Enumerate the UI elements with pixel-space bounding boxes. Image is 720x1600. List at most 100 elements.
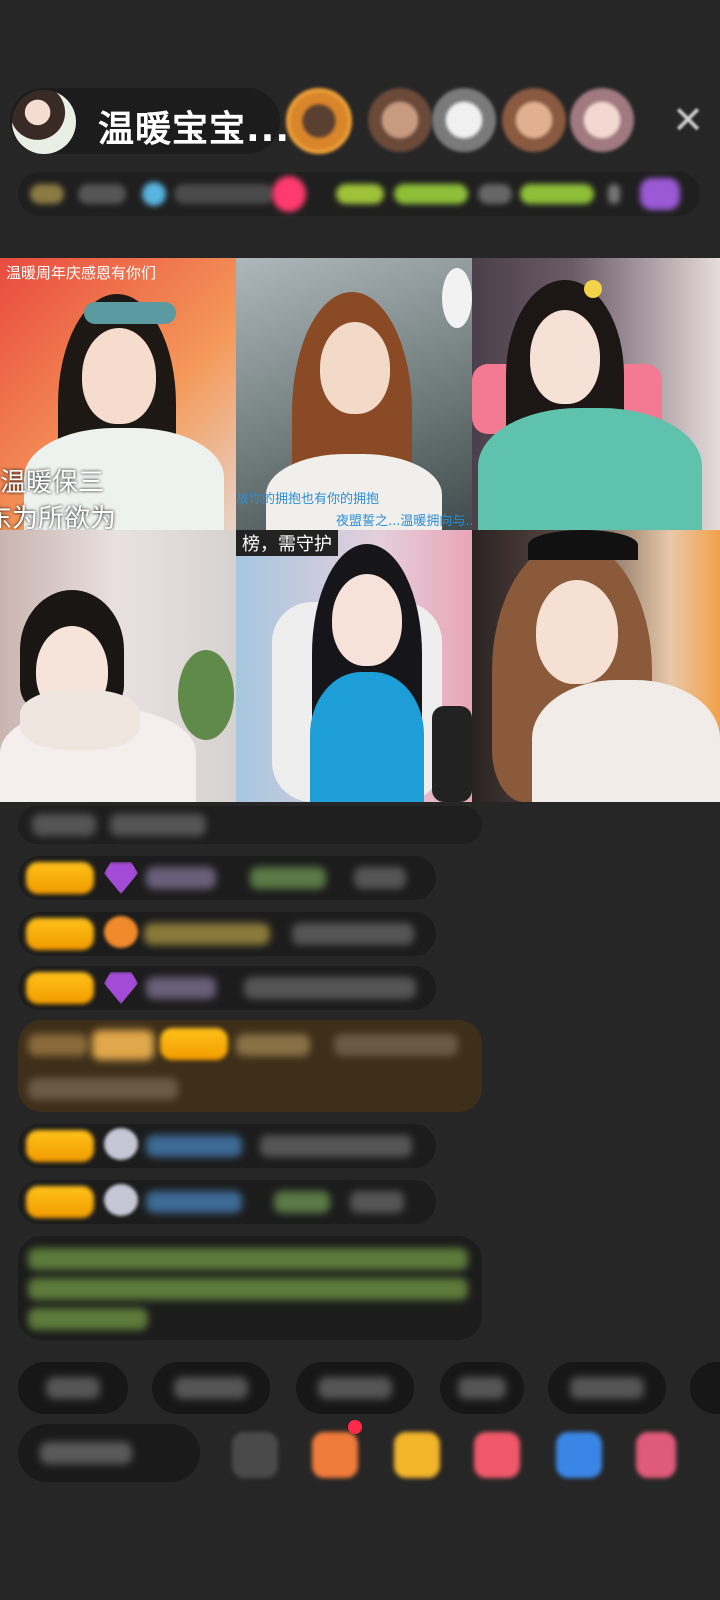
lamp [442,268,472,328]
hair-flower [584,280,602,298]
video-tile-6[interactable] [472,530,720,802]
video-tile-2[interactable]: 故你的拥抱也有你的拥抱 夜盟誓之...温暖拥向与... [236,258,472,530]
streamer-body [478,408,702,530]
tag-green-1 [336,184,384,204]
tile5-banner: 榜，需守护 [236,530,338,556]
chat-text [260,1135,412,1157]
plant [178,650,234,740]
chat-message-6[interactable] [18,1124,436,1168]
fans-text [174,184,274,204]
chat-text [334,1034,458,1056]
close-icon[interactable]: ✕ [668,100,708,140]
follow-button[interactable] [272,176,306,212]
viewer-avatar-4[interactable] [502,88,566,152]
level-badge [26,1130,94,1162]
cat-ears [528,530,638,560]
tile2-subtitle: 故你的拥抱也有你的拥抱 [236,492,380,507]
rank-badge [30,184,64,204]
input-placeholder [40,1442,132,1464]
headband [84,302,176,324]
fans-icon [142,182,166,206]
purple-gem-icon [104,972,138,1004]
tag-green-2 [394,184,468,204]
streamer-face [82,328,156,424]
video-tile-5[interactable]: 榜，需守护 [236,530,472,802]
tile2-subtitle-2: 夜盟誓之...温暖拥向与... [336,514,472,529]
chat-text [244,977,416,999]
notice-text [28,1248,468,1270]
video-tile-4[interactable] [0,530,236,802]
system-notice [18,1236,482,1340]
chat-text [274,1191,330,1213]
level-badge [160,1028,228,1060]
quick-reply-chip[interactable] [440,1362,524,1414]
streamer-face [332,574,402,666]
purple-gem-icon [104,862,138,894]
quick-reply-chip[interactable] [18,1362,128,1414]
streamer-body [310,672,424,802]
comment-input[interactable] [18,1424,200,1482]
streamer-face [530,310,600,404]
notice-text [28,1308,148,1330]
orange-badge-icon [104,916,138,948]
quick-reply-chip[interactable] [548,1362,666,1414]
chat-text [28,1078,178,1100]
quick-reply-chip[interactable] [296,1362,414,1414]
user-name [146,977,216,999]
host-avatar[interactable] [12,90,76,154]
video-tile-3[interactable] [472,258,720,530]
chat-message-4[interactable] [18,966,436,1010]
chat-message-7[interactable] [18,1180,436,1224]
tile1-banner: 温暖周年庆感恩有你们 [6,264,157,282]
user-name [146,867,216,889]
chat-message-3[interactable] [18,912,436,956]
level-badge [26,862,94,894]
more-arrow[interactable] [608,184,620,204]
quick-reply-chip[interactable] [690,1362,720,1414]
shop-icon[interactable] [312,1432,358,1478]
badge-tag [92,1030,154,1060]
viewer-avatar-3[interactable] [432,88,496,152]
streamer-face [320,322,390,414]
chat-message-1[interactable] [18,806,482,844]
microphone [432,706,472,802]
video-tile-1[interactable]: 温暖周年庆感恩有你们 温暖保三 东为所欲为 [0,258,236,530]
tile1-caption-2: 东为所欲为 [0,504,117,530]
viewer-avatar-1[interactable] [286,88,352,154]
chat-text [354,867,406,889]
red-packet-icon[interactable] [474,1432,520,1478]
user-name [146,1135,242,1157]
level-badge [26,1186,94,1218]
tile1-caption-1: 温暖保三 [0,468,105,498]
room-info-bar[interactable] [18,172,700,216]
user-name [144,923,270,945]
badge-tag [28,1034,88,1056]
game-icon[interactable] [556,1432,602,1478]
chat-text [32,814,96,836]
viewer-avatar-5[interactable] [570,88,634,152]
streamer-body [532,680,720,802]
notification-dot [348,1420,362,1434]
notice-text [28,1278,468,1300]
gift-icon[interactable] [640,178,680,210]
level-badge [26,972,94,1004]
scarf [20,690,140,750]
more-icon[interactable] [636,1432,676,1478]
emoji-icon[interactable] [232,1432,278,1478]
chat-text [110,814,206,836]
rank-text [78,184,126,204]
user-name [146,1191,242,1213]
viewer-avatar-2[interactable] [368,88,432,152]
chat-text [350,1191,404,1213]
chat-text [292,923,414,945]
gift-box-icon[interactable] [394,1432,440,1478]
quick-reply-chip[interactable] [152,1362,270,1414]
chat-message-2[interactable] [18,856,436,900]
chat-message-5[interactable] [18,1020,482,1112]
tag-green-3 [520,184,594,204]
streamer-face [536,580,618,684]
tag-gray [478,184,512,204]
chat-text [250,867,326,889]
host-name[interactable]: 温暖宝宝... [98,100,290,152]
user-avatar-icon [104,1128,138,1160]
